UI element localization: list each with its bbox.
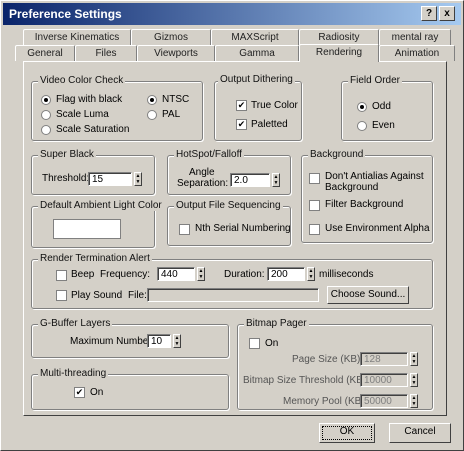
- label-scale-saturation: Scale Saturation: [56, 124, 130, 135]
- tab-animation[interactable]: Animation: [379, 45, 455, 61]
- label-scale-luma: Scale Luma: [56, 109, 109, 120]
- page-size-spinner[interactable]: ▲ ▼: [410, 352, 418, 366]
- close-icon[interactable]: x: [439, 6, 455, 21]
- multithreading-title: Multi-threading: [38, 368, 109, 379]
- tab-files[interactable]: Files: [75, 45, 137, 61]
- bitmap-size-threshold-spinner[interactable]: ▲ ▼: [410, 373, 418, 387]
- radio-scale-luma[interactable]: [41, 110, 51, 120]
- radio-scale-saturation[interactable]: [41, 125, 51, 135]
- memory-pool-input[interactable]: 50000: [360, 394, 408, 408]
- super-black-title: Super Black: [38, 149, 96, 160]
- maximum-number-input[interactable]: 10: [147, 334, 171, 348]
- label-frequency: Frequency:: [100, 269, 151, 280]
- label-multithreading-on: On: [90, 387, 104, 398]
- tab-gizmos[interactable]: Gizmos: [131, 29, 211, 45]
- label-true-color: True Color: [251, 100, 298, 111]
- preference-settings-dialog: Preference Settings ? x Inverse Kinemati…: [0, 0, 464, 451]
- tab-radiosity[interactable]: Radiosity: [299, 29, 379, 45]
- label-maximum-number: Maximum Number:: [70, 336, 155, 347]
- memory-pool-spinner[interactable]: ▲ ▼: [410, 394, 418, 408]
- maximum-number-spinner[interactable]: ▲ ▼: [173, 334, 181, 348]
- checkbox-nth-serial-numbering[interactable]: [179, 224, 190, 235]
- frequency-input[interactable]: 440: [157, 267, 195, 281]
- duration-spinner[interactable]: ▲ ▼: [307, 267, 315, 281]
- choose-sound-button[interactable]: Choose Sound...: [327, 286, 409, 304]
- checkbox-dont-antialias[interactable]: [309, 173, 320, 184]
- threshold-spinner[interactable]: ▲ ▼: [134, 172, 142, 186]
- ok-button[interactable]: OK: [319, 423, 375, 443]
- label-duration: Duration:: [224, 269, 265, 280]
- label-nth-serial-numbering: Nth Serial Numbering: [195, 223, 291, 234]
- render-termination-title: Render Termination Alert: [38, 253, 152, 264]
- label-flag-with-black: Flag with black: [56, 94, 123, 105]
- label-file: File:: [128, 290, 147, 301]
- radio-pal[interactable]: [147, 110, 157, 120]
- tab-rendering[interactable]: Rendering: [299, 44, 379, 62]
- tab-maxscript[interactable]: MAXScript: [211, 29, 299, 45]
- label-play-sound: Play Sound: [71, 290, 123, 301]
- video-color-check-title: Video Color Check: [38, 75, 126, 86]
- duration-input[interactable]: 200: [267, 267, 305, 281]
- label-filter-background: Filter Background: [325, 199, 404, 210]
- field-order-title: Field Order: [348, 75, 403, 86]
- bitmap-pager-title: Bitmap Pager: [244, 318, 309, 329]
- frequency-spinner[interactable]: ▲ ▼: [197, 267, 205, 281]
- label-page-size: Page Size (KB):: [292, 354, 364, 365]
- radio-even[interactable]: [357, 121, 367, 131]
- multithreading-group: Multi-threading: [31, 368, 229, 410]
- bitmap-size-threshold-input[interactable]: 10000: [360, 373, 408, 387]
- page-size-input[interactable]: 128: [360, 352, 408, 366]
- checkbox-bitmap-pager-on[interactable]: [249, 338, 260, 349]
- radio-ntsc[interactable]: [147, 95, 157, 105]
- label-even: Even: [372, 120, 395, 131]
- label-ntsc: NTSC: [162, 94, 190, 105]
- label-memory-pool: Memory Pool (KB):: [283, 396, 368, 407]
- tab-viewports[interactable]: Viewports: [137, 45, 215, 61]
- label-milliseconds: milliseconds: [319, 269, 374, 280]
- output-dithering-legend: Output Dithering: [218, 74, 295, 85]
- checkbox-play-sound[interactable]: [56, 290, 67, 301]
- label-angle: Angle: [189, 167, 215, 178]
- checkbox-true-color[interactable]: ✔: [236, 100, 247, 111]
- hotspot-falloff-title: HotSpot/Falloff: [174, 149, 244, 160]
- output-file-sequencing-title: Output File Sequencing: [174, 200, 283, 211]
- ambient-light-title: Default Ambient Light Color: [38, 200, 164, 211]
- threshold-input[interactable]: 15: [88, 172, 132, 186]
- radio-odd[interactable]: [357, 102, 367, 112]
- tab-mental-ray[interactable]: mental ray: [379, 29, 451, 45]
- label-odd: Odd: [372, 101, 391, 112]
- label-threshold: Threshold:: [42, 173, 90, 184]
- checkbox-multithreading-on[interactable]: ✔: [74, 387, 85, 398]
- label-pal: PAL: [162, 109, 181, 120]
- checkbox-beep[interactable]: [56, 270, 67, 281]
- checkbox-filter-background[interactable]: [309, 200, 320, 211]
- label-dont-antialias-1: Don't Antialias Against: [325, 171, 424, 182]
- title-bar: Preference Settings ? x: [3, 3, 461, 25]
- angle-separation-input[interactable]: 2.0: [230, 173, 270, 187]
- output-dithering-box: [214, 81, 302, 141]
- label-separation: Separation:: [177, 178, 229, 189]
- label-beep: Beep: [71, 269, 95, 280]
- gbuffer-title: G-Buffer Layers: [38, 318, 113, 329]
- tab-inverse-kinematics[interactable]: Inverse Kinematics: [23, 29, 131, 45]
- help-icon[interactable]: ?: [421, 6, 437, 21]
- window-title: Preference Settings: [9, 7, 122, 21]
- checkbox-paletted[interactable]: ✔: [236, 119, 247, 130]
- label-bitmap-size-threshold: Bitmap Size Threshold (KB):: [243, 375, 369, 386]
- tab-general[interactable]: General: [15, 45, 75, 61]
- cancel-button[interactable]: Cancel: [389, 423, 451, 443]
- radio-flag-with-black[interactable]: [41, 95, 51, 105]
- label-bitmap-pager-on: On: [265, 338, 279, 349]
- label-use-environment-alpha: Use Environment Alpha: [325, 223, 430, 234]
- ambient-color-swatch[interactable]: [53, 219, 121, 239]
- tab-gamma[interactable]: Gamma: [215, 45, 299, 61]
- label-dont-antialias-2: Background: [325, 182, 379, 193]
- label-paletted: Paletted: [251, 119, 288, 130]
- sound-file-input[interactable]: [147, 288, 319, 302]
- background-title: Background: [308, 149, 366, 160]
- checkbox-use-environment-alpha[interactable]: [309, 224, 320, 235]
- angle-separation-spinner[interactable]: ▲ ▼: [272, 173, 280, 187]
